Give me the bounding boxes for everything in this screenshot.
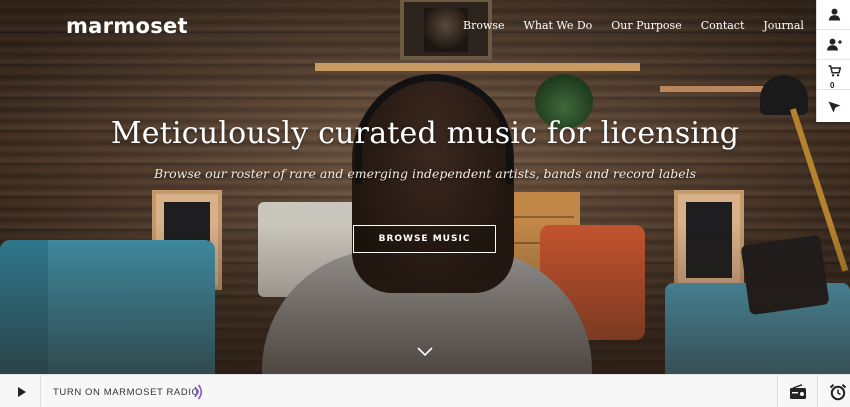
- wall-shelf: [315, 63, 640, 71]
- send-icon: [828, 101, 840, 112]
- radio-toggle-label[interactable]: TURN ON MARMOSET RADIO: [53, 387, 200, 398]
- hero-section: [0, 0, 850, 374]
- user-icon: [828, 8, 840, 21]
- main-nav: Browse What We Do Our Purpose Contact Jo…: [463, 19, 823, 32]
- wall-shelf: [660, 86, 765, 92]
- alarm-clock-icon[interactable]: [829, 383, 847, 401]
- radio-player-bar: TURN ON MARMOSET RADIO: [0, 374, 850, 407]
- browse-music-button[interactable]: BROWSE MUSIC: [353, 225, 496, 253]
- radio-icon[interactable]: [789, 384, 807, 400]
- account-toolbar: 0: [816, 0, 850, 122]
- lamp: [760, 75, 808, 115]
- chevron-down-icon[interactable]: [417, 347, 433, 357]
- cart-icon: [828, 65, 841, 77]
- divider: [777, 375, 778, 407]
- nav-what-we-do[interactable]: What We Do: [524, 19, 593, 32]
- nav-journal[interactable]: Journal: [763, 19, 804, 32]
- brand-logo[interactable]: marmoset: [66, 14, 188, 38]
- send-button[interactable]: [817, 90, 850, 122]
- play-icon[interactable]: [13, 384, 29, 400]
- nav-browse[interactable]: Browse: [463, 19, 505, 32]
- signup-button[interactable]: [817, 30, 850, 60]
- cart-count-badge: 0: [830, 81, 835, 90]
- hero-headline: Meticulously curated music for licensing: [110, 116, 740, 151]
- nav-our-purpose[interactable]: Our Purpose: [611, 19, 681, 32]
- divider: [817, 375, 818, 407]
- nav-contact[interactable]: Contact: [701, 19, 745, 32]
- hero-subhead: Browse our roster of rare and emerging i…: [153, 166, 697, 181]
- add-user-icon: [826, 38, 842, 51]
- radio-wave-icon[interactable]: [192, 384, 206, 400]
- account-button[interactable]: [817, 0, 850, 30]
- divider: [40, 375, 41, 407]
